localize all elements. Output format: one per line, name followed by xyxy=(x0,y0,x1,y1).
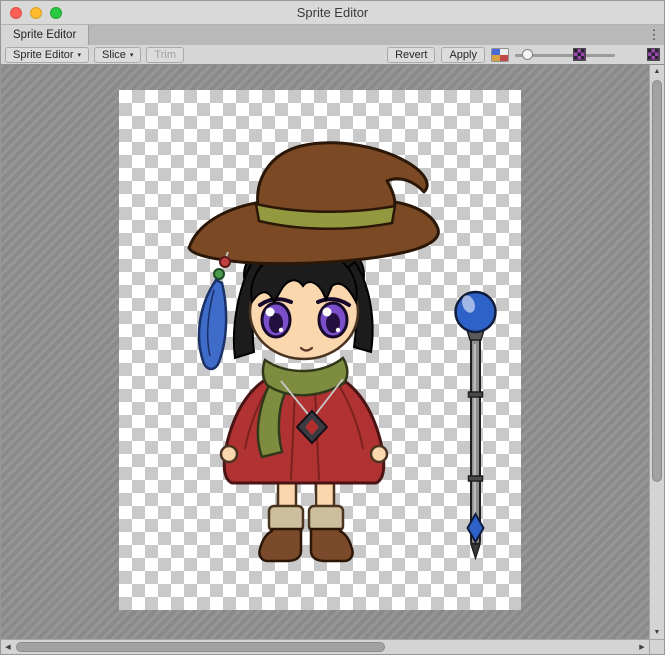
left-hand xyxy=(221,446,237,462)
tab-sprite-editor[interactable]: Sprite Editor xyxy=(1,25,89,45)
rgb-quadrant xyxy=(500,55,508,61)
sprite-editor-mode-dropdown[interactable]: Sprite Editor ▾ xyxy=(5,47,89,63)
chevron-down-icon: ▾ xyxy=(78,51,82,59)
mip-level-icon[interactable] xyxy=(573,48,586,61)
window-title: Sprite Editor xyxy=(1,5,664,20)
slice-dropdown[interactable]: Slice ▾ xyxy=(94,47,141,63)
scroll-left-icon[interactable]: ◀ xyxy=(1,640,15,654)
witch-character xyxy=(189,143,438,561)
right-hand xyxy=(371,446,387,462)
vertical-scroll-thumb[interactable] xyxy=(652,80,662,482)
editor-main: ▲ ▼ xyxy=(1,65,664,639)
rgb-quadrant xyxy=(492,55,500,61)
overflow-menu-icon[interactable]: ⋮ xyxy=(644,25,664,45)
vertical-scrollbar[interactable]: ▲ ▼ xyxy=(649,65,664,639)
witch-sprite-image xyxy=(119,90,521,610)
trim-button: Trim xyxy=(146,47,184,63)
witch-hat xyxy=(189,143,438,264)
trim-button-label: Trim xyxy=(154,49,176,61)
feather-charm xyxy=(199,252,230,369)
mode-dropdown-label: Sprite Editor xyxy=(13,49,74,61)
revert-button[interactable]: Revert xyxy=(387,47,435,63)
maximize-button[interactable] xyxy=(50,7,62,19)
scroll-up-icon[interactable]: ▲ xyxy=(650,65,664,78)
texture-icon xyxy=(647,48,660,61)
zoom-slider[interactable] xyxy=(515,47,615,63)
revert-button-label: Revert xyxy=(395,49,427,61)
tab-bar: Sprite Editor ⋮ xyxy=(1,25,664,45)
sprite-canvas[interactable] xyxy=(1,65,649,639)
toolbar: Sprite Editor ▾ Slice ▾ Trim Revert Appl… xyxy=(1,45,664,65)
staff xyxy=(456,292,496,558)
tabbar-spacer xyxy=(89,25,644,45)
scroll-down-icon[interactable]: ▼ xyxy=(650,626,664,639)
texture-checker-area xyxy=(119,90,521,610)
toolbar-right-group: Revert Apply xyxy=(387,47,660,63)
zoom-slider-knob[interactable] xyxy=(522,49,533,60)
sprite-editor-window: Sprite Editor Sprite Editor ⋮ Sprite Edi… xyxy=(0,0,665,655)
scroll-right-icon[interactable]: ▶ xyxy=(635,640,649,654)
horizontal-scrollbar[interactable]: ◀ ▶ xyxy=(1,639,649,654)
head xyxy=(189,143,438,369)
scrollbar-corner xyxy=(649,639,664,654)
horizontal-scroll-thumb[interactable] xyxy=(16,642,385,652)
tab-label: Sprite Editor xyxy=(13,29,76,41)
legs-and-boots xyxy=(259,478,352,561)
apply-button[interactable]: Apply xyxy=(441,47,485,63)
apply-button-label: Apply xyxy=(449,49,477,61)
color-channel-icon[interactable] xyxy=(491,48,509,62)
bottom-bar: ◀ ▶ xyxy=(1,639,664,654)
titlebar[interactable]: Sprite Editor xyxy=(1,1,664,25)
chevron-down-icon: ▾ xyxy=(130,51,134,59)
traffic-lights xyxy=(1,7,62,19)
minimize-button[interactable] xyxy=(30,7,42,19)
slice-dropdown-label: Slice xyxy=(102,49,126,61)
close-button[interactable] xyxy=(10,7,22,19)
